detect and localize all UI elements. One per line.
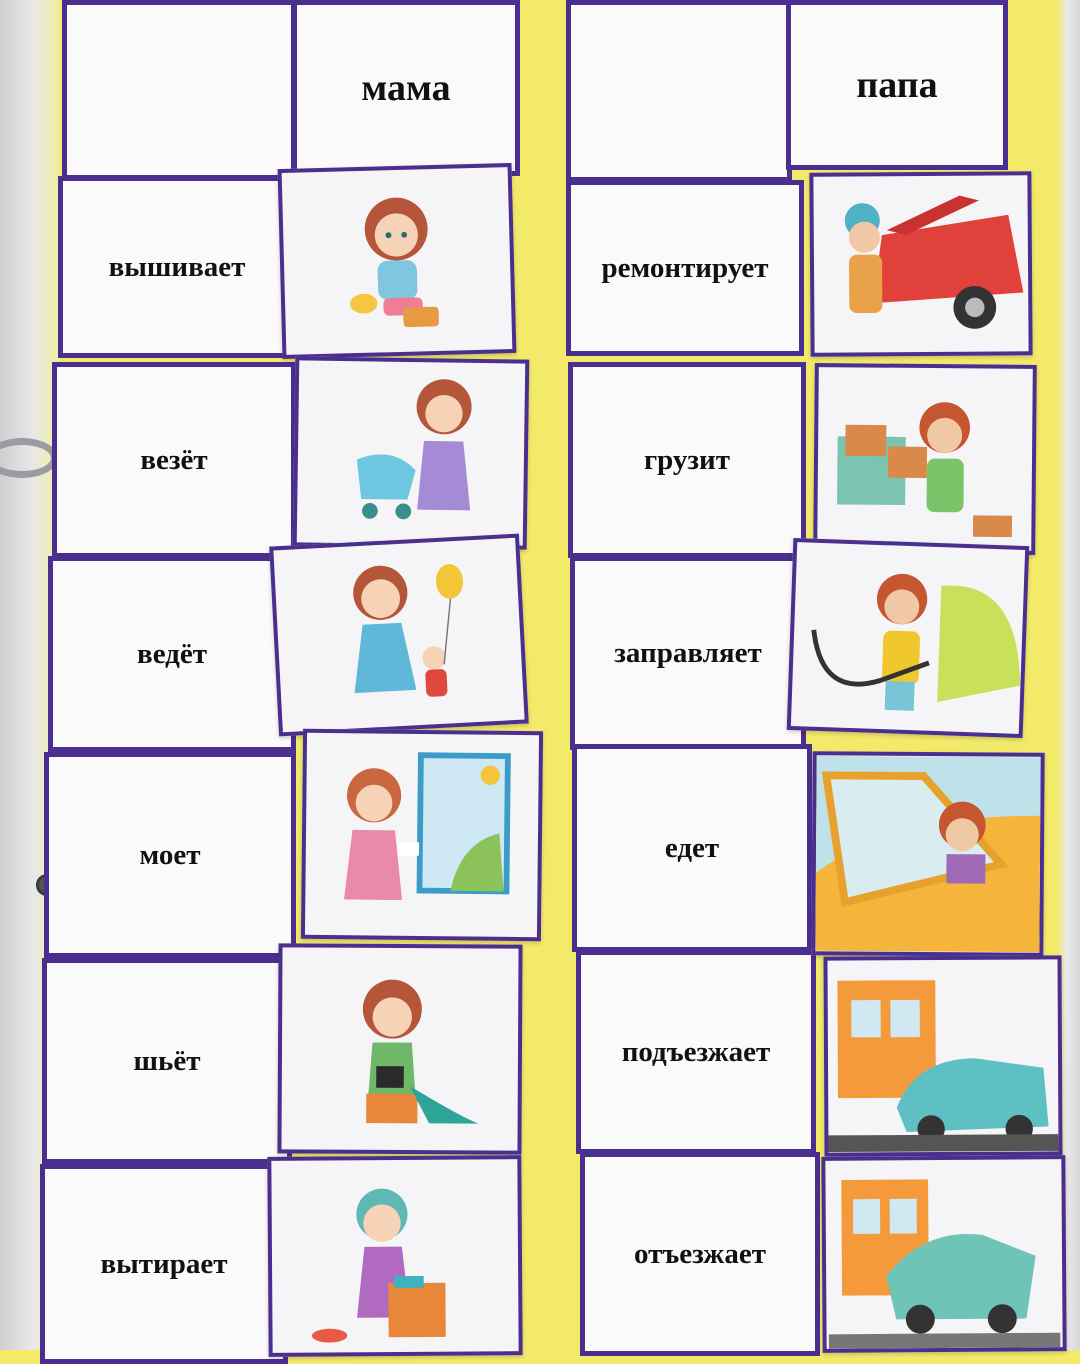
header-label: папа [856, 64, 938, 106]
column-header-mama: мама [292, 0, 520, 176]
verb-card-right-3: заправляет [570, 556, 806, 750]
verb-card-left-4: моет [44, 752, 296, 958]
verb-label: ведёт [137, 637, 207, 670]
verb-label: грузит [643, 443, 731, 476]
verb-card-left-6: вытирает [40, 1164, 288, 1364]
verb-label: едет [664, 831, 720, 864]
father-driving-icon[interactable] [811, 751, 1045, 957]
verb-label: моет [139, 838, 201, 871]
verb-card-left-3: ведёт [48, 556, 296, 752]
header-label: мама [361, 67, 451, 109]
mother-embroidering-icon[interactable] [277, 162, 517, 360]
mother-sewing-machine-icon[interactable] [277, 943, 523, 1155]
verb-card-right-2: грузит [568, 362, 806, 558]
column-header-papa: папа [786, 0, 1008, 170]
verb-card-right-4: едет [572, 744, 812, 952]
car-leaving-icon[interactable] [821, 1155, 1067, 1353]
mother-pushing-stroller-icon[interactable] [292, 356, 530, 550]
verb-card-left-1: вышивает [58, 176, 296, 358]
verb-card-right-1: ремонтирует [566, 180, 804, 356]
verb-label: ремонтирует [601, 251, 769, 284]
blank-corner-right [566, 0, 792, 182]
car-arriving-icon[interactable] [823, 955, 1063, 1157]
father-loading-boxes-icon[interactable] [813, 363, 1037, 555]
verb-card-right-6: отъезжает [580, 1152, 820, 1356]
verb-card-right-5: подъезжает [576, 950, 816, 1154]
father-repairing-car-icon[interactable] [809, 171, 1033, 357]
verb-label: подъезжает [621, 1035, 771, 1068]
blank-corner-left [62, 0, 296, 180]
verb-label: заправляет [614, 636, 762, 669]
mother-washing-window-icon[interactable] [300, 728, 544, 942]
verb-label: шьёт [133, 1044, 201, 1077]
father-refueling-car-icon[interactable] [786, 537, 1030, 739]
mother-wiping-table-icon[interactable] [267, 1155, 523, 1357]
mother-leading-child-icon[interactable] [269, 533, 529, 737]
verb-label: везёт [140, 443, 208, 476]
verb-card-left-5: шьёт [42, 958, 292, 1164]
verb-label: вытирает [100, 1247, 228, 1280]
verb-label: вышивает [108, 250, 246, 283]
verb-label: отъезжает [634, 1237, 766, 1270]
verb-card-left-2: везёт [52, 362, 296, 558]
